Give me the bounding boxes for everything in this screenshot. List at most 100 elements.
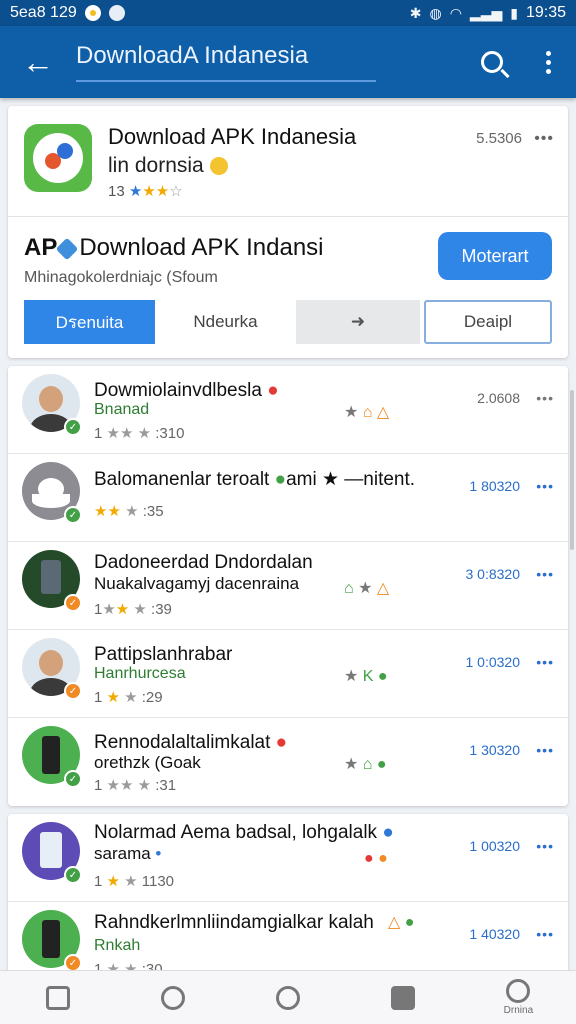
news-icon [45,985,70,1010]
install-brand: AP [24,234,58,261]
list-item[interactable]: ✓ Pattipslanhrabar Hanrhurcesa 1 ★ ★ :29… [8,630,568,718]
app-rating: 1★★ ★ :39 [94,601,172,618]
title-underline [76,80,376,82]
app-title: Balomanenlar teroalt ●ami ★ —nitent. [94,469,416,490]
app-size: 1 30320 [469,742,520,758]
check-icon: ✓ [64,866,82,884]
segment-deaipl[interactable]: Deaipl [424,300,552,344]
app-tags: △ ● [388,914,415,931]
nav-chat[interactable] [230,971,345,1024]
check-icon: ✓ [64,770,82,788]
star-icon: ☆ [169,183,183,200]
arrow-left-icon[interactable]: ← [0,26,76,98]
app-tags: ● ● [364,850,388,867]
more-horiz-icon[interactable]: ••• [536,926,554,942]
avatar: ✓ [22,910,82,972]
app-size: 1 00320 [469,838,520,854]
app-size: 3 0:8320 [465,566,521,582]
nav-gallery[interactable] [346,971,461,1024]
list-item[interactable]: ✓ Balomanenlar teroalt ●ami ★ —nitent. ★… [8,454,568,542]
search-icon [481,51,503,73]
check-icon: ✓ [64,506,82,524]
app-subtitle: Rnkah [94,937,141,954]
status-time: 19:35 [525,4,566,21]
status-bar: 5ea8 129 ✱ ◍ ◠ ▂▃▅ ▮ 19:35 [0,0,576,26]
battery-icon: ▮ [510,4,518,21]
list-item[interactable]: ✓ Dadoneerdad Dndordalan Nuakalvagamyj d… [8,542,568,630]
avatar: ✓ [22,726,82,788]
app-tags: ★ K ● [344,668,388,685]
search-button[interactable] [464,26,520,98]
avatar: ✓ [22,550,82,612]
nav-news[interactable] [0,971,115,1024]
check-icon: ✓ [64,594,82,612]
app-title: Rennodalaltalimkalat ● [94,732,288,753]
app-title: DownloadA Indanesia [76,42,309,69]
list-item[interactable]: ✓ Nolarmad Aema badsal, lohgalalk ● sara… [8,814,568,902]
featured-meta: 5.5306 [476,130,522,147]
install-title: AP Download APK Indansi [24,234,324,261]
more-horiz-icon[interactable]: ••• [536,654,554,670]
app-subtitle: Hanrhurcesa [94,665,186,682]
status-left-text: 5ea8 129 [10,4,77,21]
app-rating: 1 ★ ★ 1130 [94,873,175,890]
app-rating: ★★ ★ :35 [94,503,164,520]
install-button[interactable]: Moterart [438,232,552,280]
bottom-nav: Drnina [0,970,576,1024]
app-title: Nolarmad Aema badsal, lohgalalk ● [94,822,394,843]
app-rating: 1 ★★ ★ :31 [94,777,177,794]
avatar: ✓ [22,822,82,884]
segment-share[interactable]: ➜ [296,300,420,344]
segment-ndeurka[interactable]: Ndeurka [155,300,296,344]
scrollbar[interactable] [570,390,574,550]
app-size: 1 0:0320 [465,654,521,670]
bluetooth-icon: ✱ [409,4,422,21]
chat-icon [276,985,300,1010]
app-list-secondary: ✓ Nolarmad Aema badsal, lohgalalk ● sara… [8,814,568,978]
leaf-icon [56,237,79,260]
app-size: 2.0608 [477,390,520,406]
app-subtitle: Bnanad [94,401,150,418]
list-item[interactable]: ✓ Dowmiolainvdlbesla ● Bnanad 1 ★★ ★ :31… [8,366,568,454]
app-rating: 1 ★ ★ :29 [94,689,163,706]
wifi-icon: ◠ [449,4,462,21]
featured-subtitle: lin dornsia [108,154,228,178]
app-size: 1 80320 [469,478,520,494]
app-tags: ★ ⌂ ● [344,756,387,773]
more-vert-icon [545,50,551,74]
more-horiz-icon[interactable]: ••• [536,838,554,854]
check-icon: ✓ [64,418,82,436]
avatar: ✓ [22,638,82,700]
app-title: Pattipslanhrabar [94,644,233,665]
notification-icon [84,5,101,21]
app-title: Dadoneerdad Dndordalan [94,552,313,573]
app-list: ✓ Dowmiolainvdlbesla ● Bnanad 1 ★★ ★ :31… [8,366,568,806]
nav-recycle[interactable]: Drnina [461,971,576,1024]
app-notification-icon [108,5,125,21]
vibrate-icon: ◍ [429,4,442,21]
more-horiz-icon[interactable]: ••• [536,390,554,406]
nav-label: Drnina [503,1005,534,1016]
install-subtitle: Mhinagokolerdniajc (Sfoum [24,269,218,286]
more-menu-button[interactable] [520,26,576,98]
recycle-icon [506,979,531,1003]
app-title: Rahndkerlmnliindamgialkar kalah [94,912,374,933]
app-icon[interactable] [24,124,92,192]
featured-rating: 13 ★★★☆ [108,183,183,200]
featured-app-name[interactable]: Download APK Indanesia [108,124,356,150]
segment-download[interactable]: Dรenuita [24,300,155,344]
more-horiz-icon[interactable]: ••• [536,566,554,582]
list-item[interactable]: ✓ Rennodalaltalimkalat ● orethzk (Goak 1… [8,718,568,806]
more-horiz-icon[interactable]: ••• [536,742,554,758]
segment-control: Dรenuita Ndeurka ➜ Deaipl [24,300,552,344]
app-tags: ⌂ ★ △ [344,580,390,597]
tag-icon [160,985,185,1010]
app-subtitle: sarama • [94,844,162,863]
nav-tag[interactable] [115,971,230,1024]
app-rating: 1 ★★ ★ :310 [94,425,185,442]
app-subtitle: orethzk (Goak [94,753,201,772]
app-bar: ← DownloadA Indanesia [0,26,576,98]
more-horiz-icon[interactable]: ••• [536,478,554,494]
more-horiz-icon[interactable]: ••• [534,130,554,148]
star-icon: ★★ [142,183,170,200]
